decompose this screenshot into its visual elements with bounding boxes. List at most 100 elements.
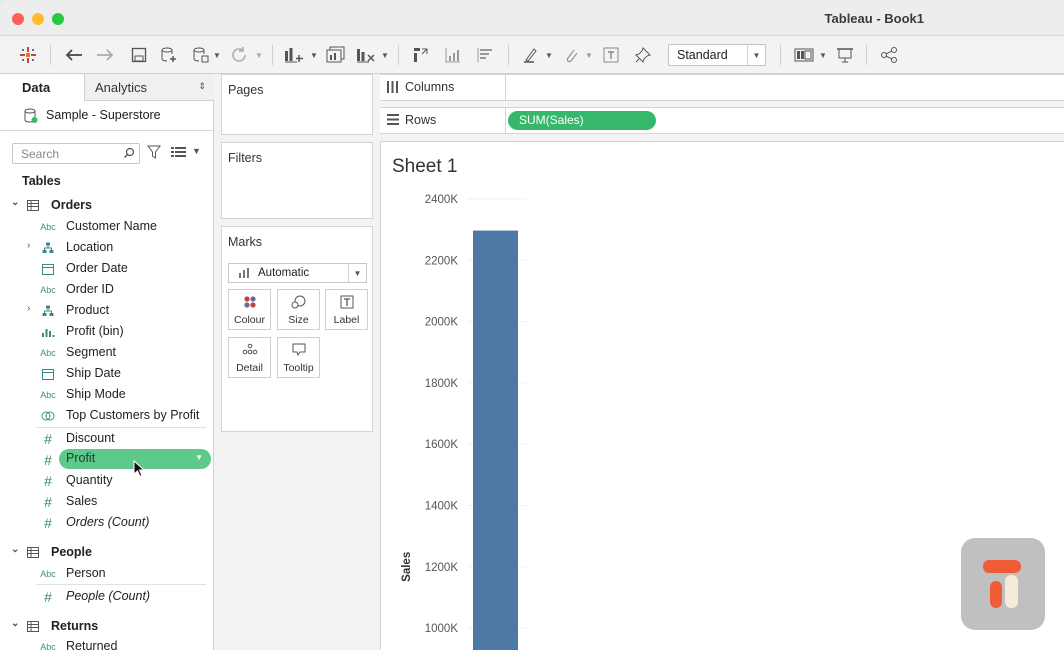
- table-icon: [27, 200, 39, 214]
- field-label: Returned: [66, 639, 118, 650]
- data-source-item[interactable]: Sample - Superstore: [0, 101, 213, 131]
- clear-sheet-icon[interactable]: [354, 44, 378, 66]
- chevron-down-icon[interactable]: ⌄: [11, 618, 19, 629]
- label-button[interactable]: Label: [325, 289, 368, 330]
- pages-shelf-title: Pages: [228, 83, 264, 97]
- size-button[interactable]: Size: [277, 289, 320, 330]
- group-members-icon[interactable]: [560, 44, 582, 66]
- field-returned[interactable]: Abc Returned: [0, 636, 213, 650]
- field-sales[interactable]: # Sales: [0, 491, 213, 512]
- field-profit-bin[interactable]: Profit (bin): [0, 321, 213, 342]
- field-segment[interactable]: Abc Segment: [0, 342, 213, 363]
- chevron-down-icon: ▼: [348, 264, 366, 282]
- close-window-button[interactable]: [12, 13, 24, 25]
- list-view-icon[interactable]: [171, 145, 187, 163]
- chevron-down-icon[interactable]: ▼: [544, 44, 554, 66]
- field-label: Top Customers by Profit: [66, 408, 200, 422]
- title-bar: Tableau - Book1: [0, 0, 1064, 36]
- field-label: Sales: [66, 494, 98, 508]
- chevron-down-icon[interactable]: ▼: [195, 453, 203, 462]
- hierarchy-icon: [40, 241, 56, 254]
- y-axis-title: Sales: [401, 552, 413, 582]
- size-icon: [278, 295, 319, 309]
- chevron-down-icon[interactable]: ⌄: [11, 544, 19, 555]
- show-cards-icon[interactable]: [792, 44, 816, 66]
- refresh-icon[interactable]: [228, 44, 250, 66]
- field-discount[interactable]: # Discount: [0, 428, 213, 449]
- table-orders[interactable]: ⌄ Orders: [0, 195, 213, 216]
- field-ship-mode[interactable]: Abc Ship Mode: [0, 384, 213, 405]
- chevron-down-icon[interactable]: ▼: [192, 146, 201, 156]
- y-tick-label: 1000K: [425, 623, 459, 635]
- highlight-icon[interactable]: [520, 44, 542, 66]
- field-order-id[interactable]: Abc Order ID: [0, 279, 213, 300]
- chevron-down-icon[interactable]: ▼: [309, 44, 319, 66]
- tab-analytics[interactable]: Analytics ⇕: [84, 74, 214, 101]
- sum-sales-pill[interactable]: SUM(Sales): [508, 111, 656, 130]
- show-mark-labels-icon[interactable]: [600, 44, 622, 66]
- table-returns[interactable]: ⌄ Returns: [0, 616, 213, 637]
- tooltip-button[interactable]: Tooltip: [277, 337, 320, 378]
- filters-shelf[interactable]: Filters: [221, 142, 373, 219]
- search-input[interactable]: Search: [12, 143, 140, 164]
- tab-data[interactable]: Data: [0, 74, 84, 101]
- pages-shelf[interactable]: Pages: [221, 74, 373, 135]
- field-people-count[interactable]: # People (Count): [0, 586, 213, 607]
- zoom-window-button[interactable]: [52, 13, 64, 25]
- new-data-source-icon[interactable]: [158, 44, 180, 66]
- detail-button[interactable]: Detail: [228, 337, 271, 378]
- filter-icon[interactable]: [147, 145, 161, 164]
- sales-bar[interactable]: [473, 230, 518, 650]
- string-type-icon: Abc: [40, 641, 56, 650]
- fix-axes-pin-icon[interactable]: [632, 44, 654, 66]
- table-people[interactable]: ⌄ People: [0, 542, 213, 563]
- columns-shelf[interactable]: Columns: [380, 74, 1064, 101]
- field-order-date[interactable]: Order Date: [0, 258, 213, 279]
- presentation-mode-icon[interactable]: [834, 44, 856, 66]
- undo-icon[interactable]: [62, 44, 86, 66]
- chevron-down-icon[interactable]: ▼: [254, 44, 264, 66]
- data-source-name: Sample - Superstore: [46, 108, 161, 122]
- mark-type-select[interactable]: Automatic ▼: [228, 263, 367, 283]
- save-icon[interactable]: [128, 44, 150, 66]
- chevron-down-icon[interactable]: ▼: [380, 44, 390, 66]
- y-tick-label: 2400K: [425, 194, 459, 206]
- swap-rows-columns-icon[interactable]: [410, 44, 432, 66]
- field-ship-date[interactable]: Ship Date: [0, 363, 213, 384]
- fit-mode-select[interactable]: Standard ▼: [668, 44, 766, 66]
- sort-ascending-icon[interactable]: [442, 44, 464, 66]
- pause-updates-icon[interactable]: [190, 44, 212, 66]
- rows-shelf[interactable]: Rows SUM(Sales): [380, 107, 1064, 134]
- new-worksheet-icon[interactable]: [282, 44, 306, 66]
- field-label: Quantity: [66, 473, 113, 487]
- chevron-down-icon[interactable]: ▼: [818, 44, 828, 66]
- fit-mode-value: Standard: [677, 48, 728, 62]
- duplicate-sheet-icon[interactable]: [324, 44, 348, 66]
- field-product[interactable]: › Product: [0, 300, 213, 321]
- string-type-icon: Abc: [40, 347, 56, 358]
- tableau-logo-icon[interactable]: [16, 44, 40, 66]
- chevron-down-icon[interactable]: ▼: [212, 44, 222, 66]
- field-location[interactable]: › Location: [0, 237, 213, 258]
- number-type-icon: #: [44, 493, 52, 510]
- chevron-down-icon[interactable]: ⌄: [11, 197, 19, 208]
- minimize-window-button[interactable]: [32, 13, 44, 25]
- redo-icon[interactable]: [93, 44, 117, 66]
- chevron-down-icon[interactable]: ▼: [584, 44, 594, 66]
- field-customer-name[interactable]: Abc Customer Name: [0, 216, 213, 237]
- field-person[interactable]: Abc Person: [0, 563, 213, 584]
- sort-descending-icon[interactable]: [474, 44, 496, 66]
- field-top-customers-by-profit[interactable]: Top Customers by Profit: [0, 405, 213, 426]
- chevron-right-icon[interactable]: ›: [27, 240, 30, 251]
- columns-shelf-label: Columns: [405, 80, 455, 94]
- size-label: Size: [288, 314, 309, 326]
- chevron-right-icon[interactable]: ›: [27, 303, 30, 314]
- field-label: Ship Mode: [66, 387, 126, 401]
- colour-button[interactable]: Colour: [228, 289, 271, 330]
- share-icon[interactable]: [878, 44, 900, 66]
- field-label: Customer Name: [66, 219, 157, 233]
- search-row: Search ▼: [0, 140, 213, 164]
- field-orders-count[interactable]: # Orders (Count): [0, 512, 213, 533]
- field-quantity[interactable]: # Quantity: [0, 470, 213, 491]
- tooltip-label: Tooltip: [283, 362, 314, 374]
